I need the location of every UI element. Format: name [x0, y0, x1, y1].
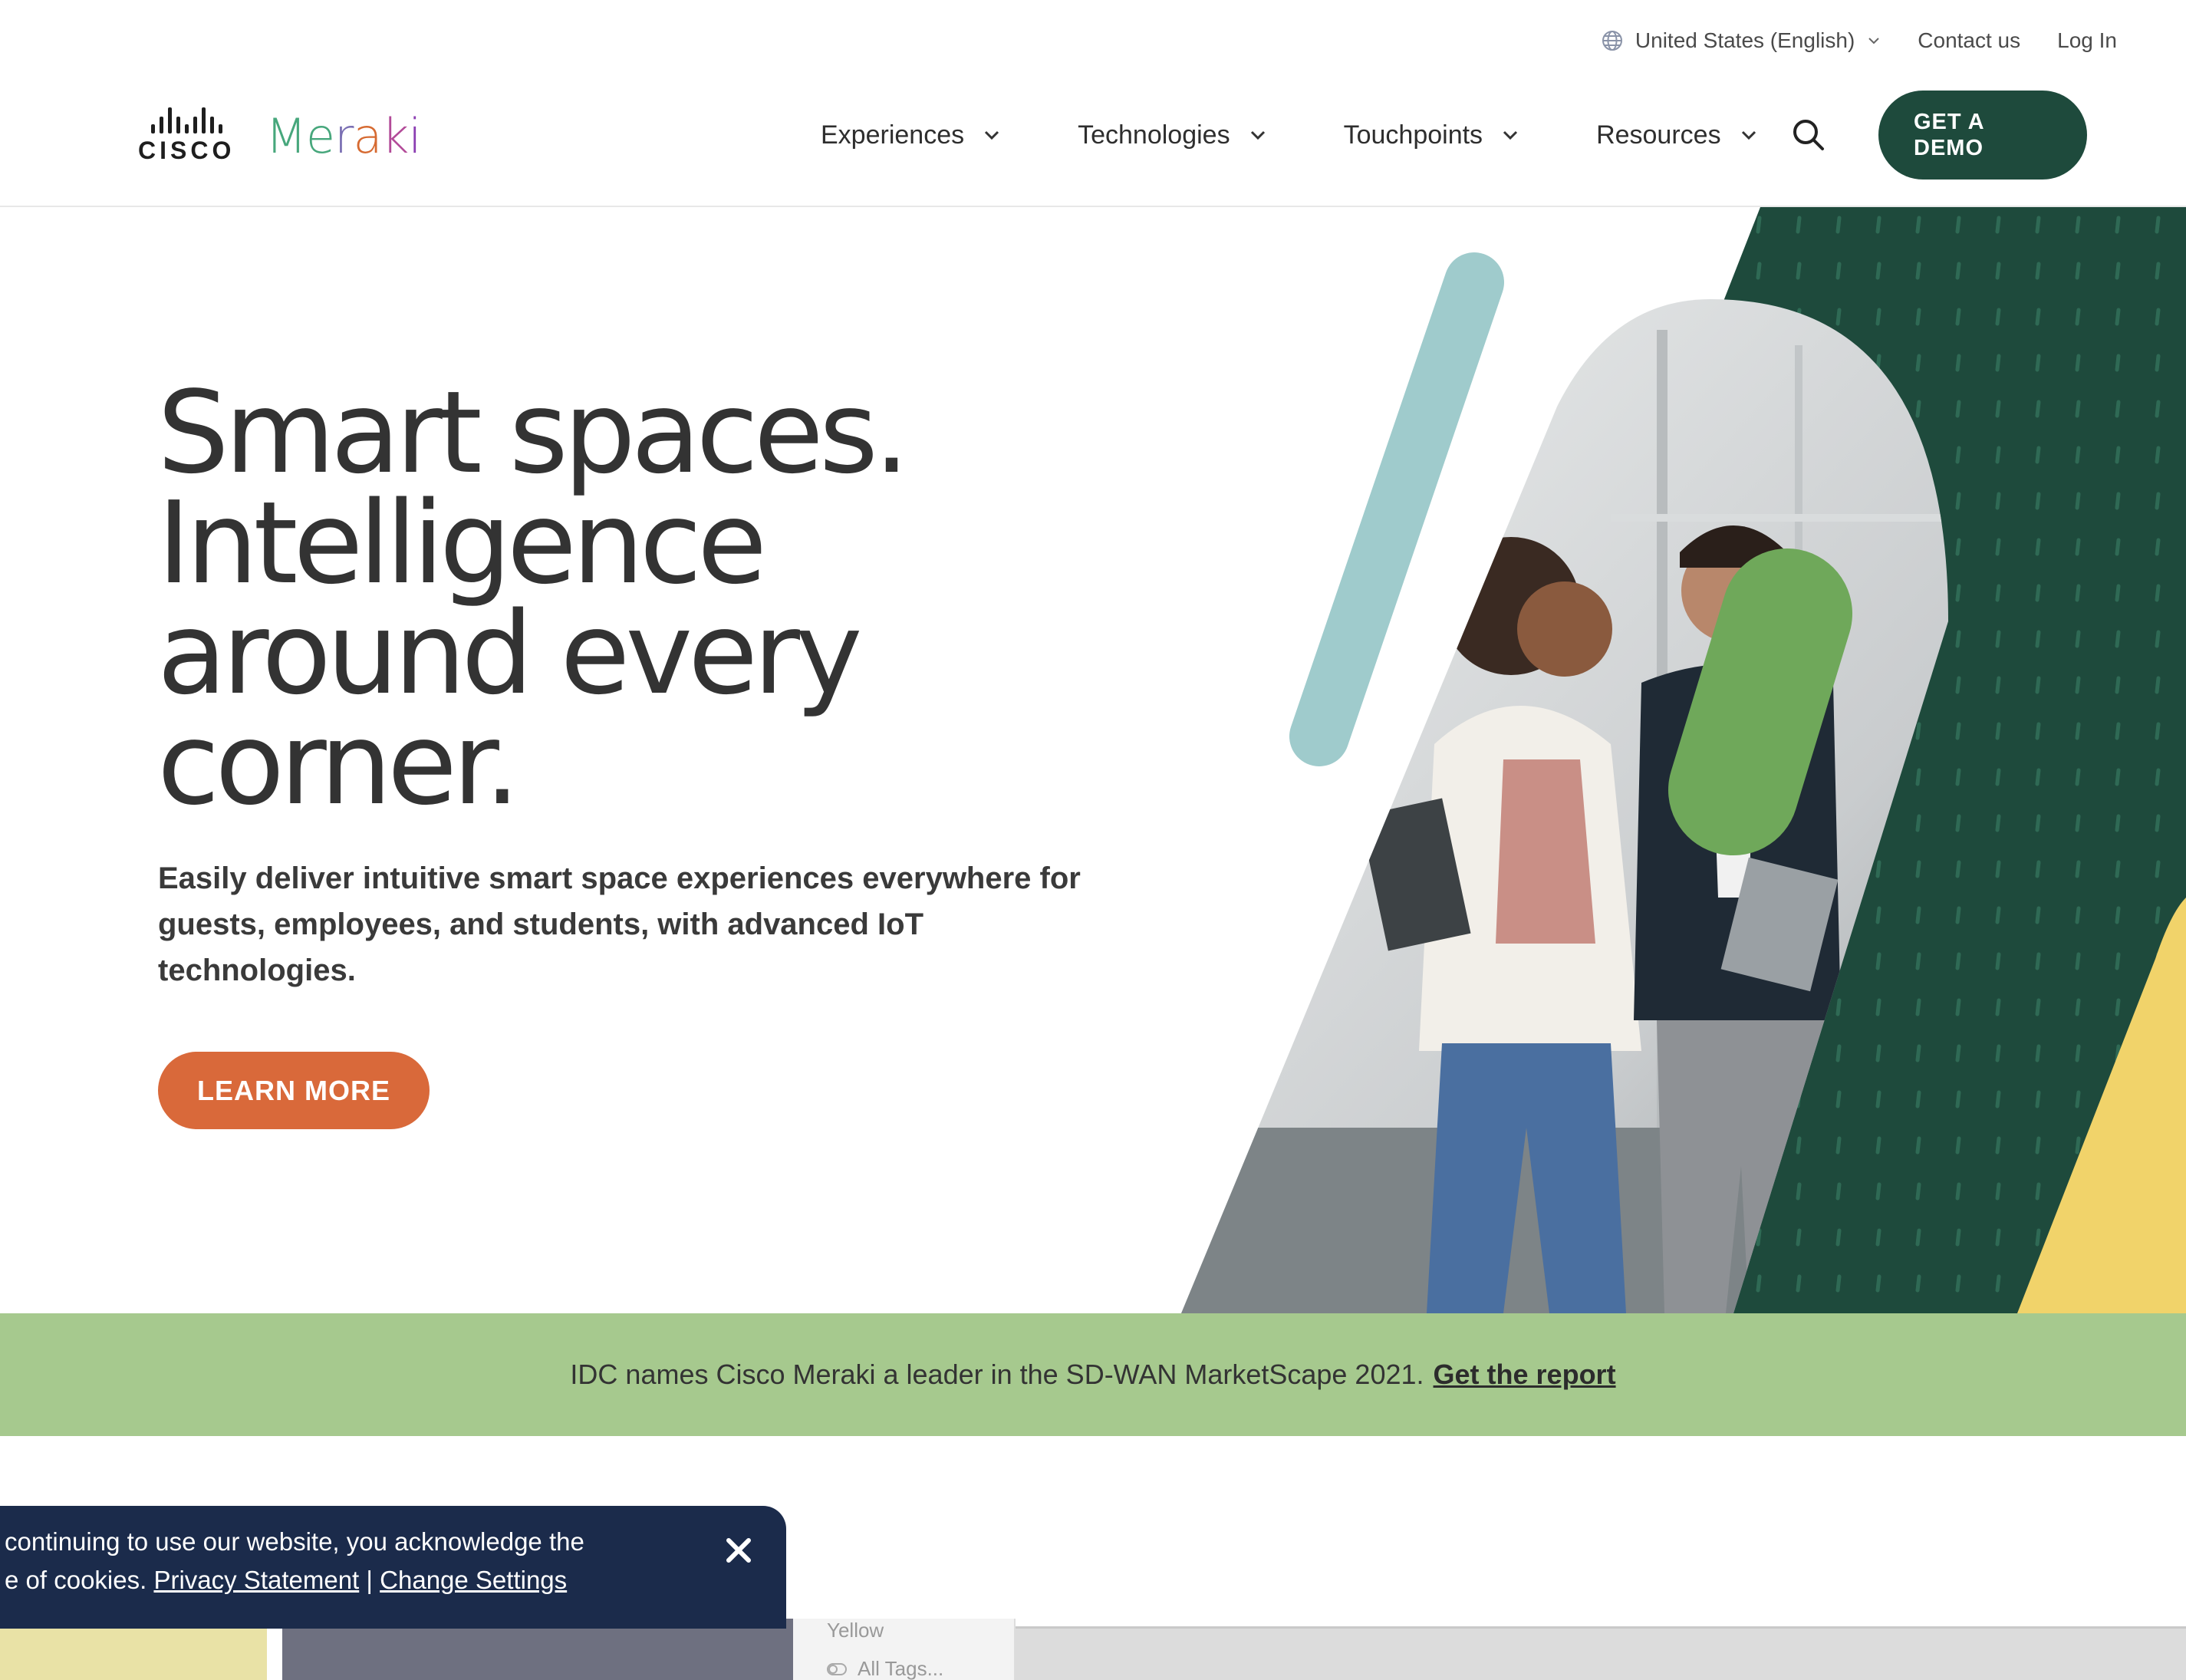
change-settings-link[interactable]: Change Settings: [380, 1566, 567, 1594]
close-cookie-button[interactable]: [725, 1537, 752, 1575]
cookie-separator: |: [366, 1566, 373, 1594]
chevron-down-icon: [1249, 129, 1267, 141]
hero-title-line: Intelligence: [157, 477, 767, 609]
demo-label-line2: DEMO: [1914, 136, 1984, 160]
nav-label: Touchpoints: [1343, 120, 1483, 150]
get-a-demo-button[interactable]: GET A DEMO: [1878, 91, 2087, 180]
nav-label: Technologies: [1078, 120, 1230, 150]
hero-title-line: Smart spaces.: [157, 367, 910, 499]
nav-label: Experiences: [821, 120, 965, 150]
hero-illustration: [1181, 207, 2186, 1313]
main-nav: Experiences Technologies Touchpoints Res…: [821, 114, 1758, 156]
site-header: United States (English) Contact us Log I…: [0, 0, 2186, 207]
nav-item-resources[interactable]: Resources: [1596, 120, 1758, 150]
cisco-bars-icon: [150, 107, 222, 133]
hero-title: Smart spaces. Intelligence around every …: [157, 367, 1154, 830]
hero-title-line: corner.: [157, 698, 520, 830]
cisco-logo: CISCO: [138, 107, 235, 165]
chevron-down-icon: [1740, 129, 1758, 141]
hero-subtitle: Easily deliver intuitive smart space exp…: [158, 861, 1081, 987]
utility-bar: United States (English) Contact us Log I…: [1602, 21, 2117, 60]
cookie-line2-prefix: e of cookies.: [5, 1566, 147, 1594]
locale-selector[interactable]: United States (English): [1602, 28, 1881, 53]
cisco-meraki-logo[interactable]: CISCO Meraki: [138, 107, 422, 165]
nav-item-technologies[interactable]: Technologies: [1078, 120, 1266, 150]
cookie-line2: e of cookies. Privacy Statement | Change…: [5, 1561, 664, 1599]
preview-right-pane: [1016, 1626, 2186, 1680]
chevron-down-icon: [1501, 129, 1519, 141]
announcement-banner: IDC names Cisco Meraki a leader in the S…: [0, 1313, 2186, 1436]
hero-title-line: around every: [157, 588, 863, 720]
login-link[interactable]: Log In: [2057, 28, 2117, 53]
get-the-report-link[interactable]: Get the report: [1434, 1359, 1616, 1391]
locale-label: United States (English): [1635, 28, 1855, 52]
contact-link[interactable]: Contact us: [1918, 28, 2020, 53]
cookie-consent-bar: continuing to use our website, you ackno…: [0, 1506, 786, 1629]
preview-tag-all-label: All Tags...: [858, 1657, 944, 1680]
meraki-wordmark: Meraki: [265, 108, 421, 164]
preview-tag-yellow: Yellow: [827, 1619, 884, 1642]
chevron-down-icon: [1867, 36, 1881, 45]
cookie-text: continuing to use our website, you ackno…: [5, 1523, 664, 1599]
learn-more-button[interactable]: LEARN MORE: [158, 1052, 430, 1129]
nav-label: Resources: [1596, 120, 1721, 150]
globe-icon: [1602, 30, 1623, 51]
preview-yellow-block: [0, 1626, 267, 1680]
search-button[interactable]: [1792, 118, 1826, 156]
toggle-icon: [827, 1657, 847, 1680]
banner-text: IDC names Cisco Meraki a leader in the S…: [570, 1359, 1424, 1390]
nav-item-experiences[interactable]: Experiences: [821, 120, 1001, 150]
cookie-line1: continuing to use our website, you ackno…: [5, 1527, 584, 1556]
nav-item-touchpoints[interactable]: Touchpoints: [1344, 120, 1519, 150]
cisco-wordmark: CISCO: [138, 137, 235, 164]
chevron-down-icon: [983, 129, 1001, 141]
close-icon: [725, 1538, 752, 1570]
demo-label-line1: GET A: [1914, 110, 1985, 134]
preview-tag-all: All Tags...: [827, 1657, 943, 1680]
privacy-statement-link[interactable]: Privacy Statement: [153, 1566, 359, 1594]
search-icon: [1792, 120, 1826, 155]
